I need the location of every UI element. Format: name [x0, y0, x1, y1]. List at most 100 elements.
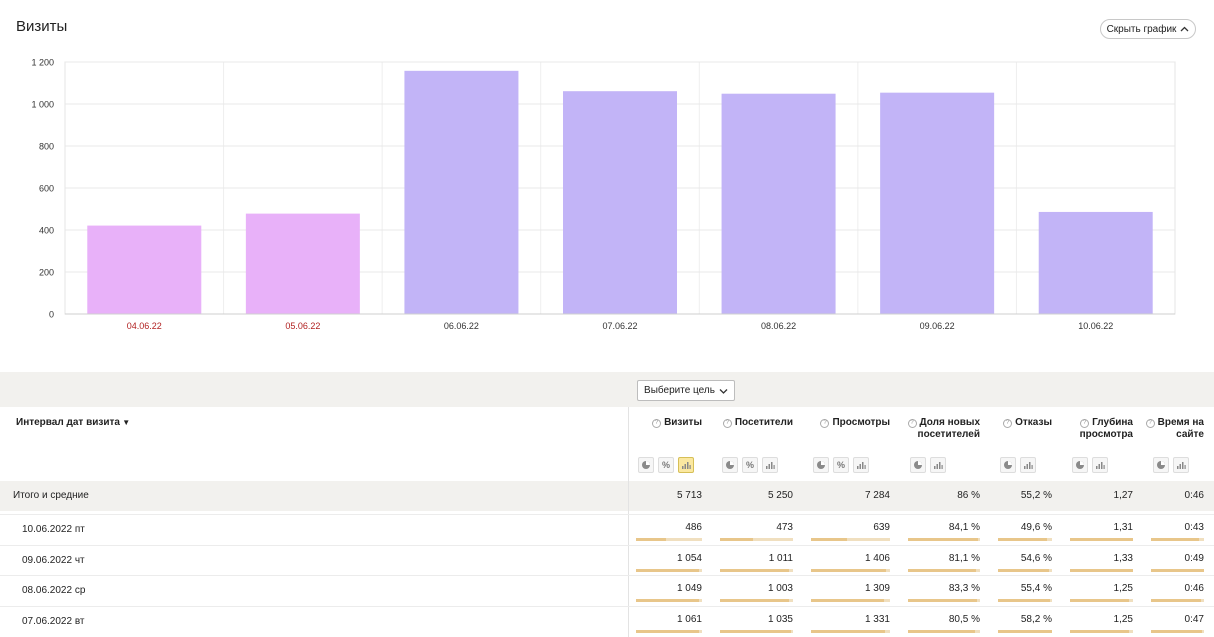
y-tick-label: 600 [39, 184, 54, 194]
value-bar-fill [1151, 599, 1201, 602]
y-tick-label: 800 [39, 142, 54, 152]
bar-chart-icon[interactable] [1092, 457, 1108, 473]
table-row[interactable]: 09.06.2022 чт 1 054 1 011 1 406 81,1 % 54,6 %… [0, 544, 1214, 576]
pie-chart-icon[interactable] [813, 457, 829, 473]
dimension-header[interactable]: Интервал дат визита ▼ [16, 417, 130, 491]
bar-chart-icon[interactable] [853, 457, 869, 473]
bar-chart-icon[interactable] [1173, 457, 1189, 473]
column-header-new-visitors-share[interactable]: ? Доля новых посетителей [900, 417, 980, 491]
value-bar-fill [636, 599, 699, 602]
column-header-pageviews[interactable]: ? Просмотры [803, 417, 890, 491]
help-icon[interactable]: ? [820, 419, 830, 428]
y-tick-label: 1 200 [31, 58, 54, 68]
value-bar-fill [908, 538, 978, 541]
value-bar [720, 599, 793, 602]
column-header-depth[interactable]: ? Глубина просмотра [1062, 417, 1133, 491]
column-header-visits[interactable]: ? Визиты [628, 417, 702, 491]
value-bar [998, 568, 1052, 572]
hide-chart-button[interactable]: Скрыть график [1100, 19, 1196, 39]
value-bar-fill [1151, 538, 1199, 541]
table-row[interactable]: 10.06.2022 пт 486 473 639 84,1 % 49,6 % 1,31 0:… [0, 514, 1214, 545]
pie-chart-icon[interactable] [1072, 457, 1088, 473]
value-bar [636, 568, 702, 572]
value-bar-fill [720, 568, 790, 572]
x-tick-label: 06.06.22 [444, 321, 479, 331]
value-bar-fill [1151, 629, 1202, 633]
pie-chart-icon[interactable] [638, 457, 654, 473]
pie-chart-icon[interactable] [1153, 457, 1169, 473]
value-bar [1070, 538, 1133, 541]
y-tick-label: 400 [39, 226, 54, 236]
value-bar [720, 629, 793, 633]
value-bar [998, 629, 1052, 633]
column-header-bounces[interactable]: ? Отказы [990, 417, 1052, 491]
value-bar [636, 538, 702, 541]
column-header-label: Посетители [734, 417, 793, 428]
goal-select-button[interactable]: Выберите цель [637, 380, 735, 401]
bar-chart-icon[interactable] [1020, 457, 1036, 473]
y-tick-label: 1 000 [31, 100, 54, 110]
percent-icon[interactable]: % [833, 457, 849, 473]
column-header-time-on-site[interactable]: ? Время на сайте [1143, 417, 1204, 491]
value-bar-fill [636, 568, 699, 572]
bar-08.06.22 [721, 93, 836, 315]
x-tick-label: 05.06.22 [285, 321, 320, 331]
value-bar [1151, 538, 1204, 541]
table-toolbar [0, 372, 1214, 407]
table-row[interactable]: 08.06.2022 ср 1 049 1 003 1 309 83,3 % 55,4 %… [0, 575, 1214, 606]
y-tick-label: 0 [49, 310, 54, 320]
help-icon[interactable]: ? [1080, 419, 1090, 428]
bar-07.06.22 [563, 91, 677, 314]
row-label: 09.06.2022 чт [22, 554, 85, 566]
bar-09.06.22 [880, 92, 995, 314]
cell-time-on-site: 0:46 [1184, 490, 1204, 501]
bar-10.06.22 [1038, 211, 1153, 314]
percent-icon[interactable]: % [742, 457, 758, 473]
value-bar [1070, 629, 1133, 633]
value-bar [998, 599, 1052, 602]
value-bar [811, 538, 890, 541]
total-row: Итого и средние 5 713 5 250 7 284 86 % 55,2 %… [0, 481, 1214, 511]
value-bar [908, 568, 980, 572]
help-icon[interactable]: ? [652, 419, 662, 428]
cell-bounces: 55,2 % [1020, 490, 1052, 501]
help-icon[interactable]: ? [1003, 419, 1013, 428]
percent-icon[interactable]: % [658, 457, 674, 473]
x-tick-label: 07.06.22 [602, 321, 637, 331]
bar-05.06.22 [245, 213, 360, 314]
page-title: Визиты [16, 18, 68, 35]
value-bar-fill [1070, 599, 1130, 602]
pie-chart-icon[interactable] [910, 457, 926, 473]
bar-chart-icon[interactable] [930, 457, 946, 473]
value-bar-fill [720, 629, 791, 633]
help-icon[interactable]: ? [1145, 419, 1155, 428]
help-icon[interactable]: ? [722, 419, 732, 428]
value-bar [811, 568, 890, 572]
column-header-label: Отказы [1015, 417, 1052, 428]
value-bar [636, 629, 702, 633]
value-bar-fill [811, 538, 847, 541]
cell-pageviews: 7 284 [864, 490, 890, 501]
column-header-label: Доля новых посетителей [917, 417, 980, 440]
value-bar-fill [998, 568, 1050, 572]
value-bar-fill [636, 538, 666, 541]
row-label: 07.06.2022 вт [22, 615, 85, 627]
value-bar-fill [1070, 568, 1133, 572]
pie-chart-icon[interactable] [722, 457, 738, 473]
view-mode-icons: % [722, 457, 778, 473]
table-row[interactable]: 07.06.2022 вт 1 061 1 035 1 331 80,5 % 58,2 %… [0, 605, 1214, 637]
help-icon[interactable]: ? [907, 419, 917, 428]
pie-chart-icon[interactable] [1000, 457, 1016, 473]
value-bar-fill [811, 568, 887, 572]
bar-chart-icon[interactable] [762, 457, 778, 473]
value-bar [1151, 599, 1204, 602]
goal-select-label: Выберите цель [644, 385, 715, 396]
bar-chart-icon[interactable] [678, 457, 694, 473]
value-bar [811, 599, 890, 602]
value-bar-fill [1151, 568, 1204, 572]
value-bar-fill [720, 599, 790, 602]
column-header-visitors[interactable]: ? Посетители [712, 417, 793, 491]
value-bar-fill [720, 538, 753, 541]
bar-06.06.22 [404, 70, 519, 314]
value-bar-fill [908, 568, 976, 572]
